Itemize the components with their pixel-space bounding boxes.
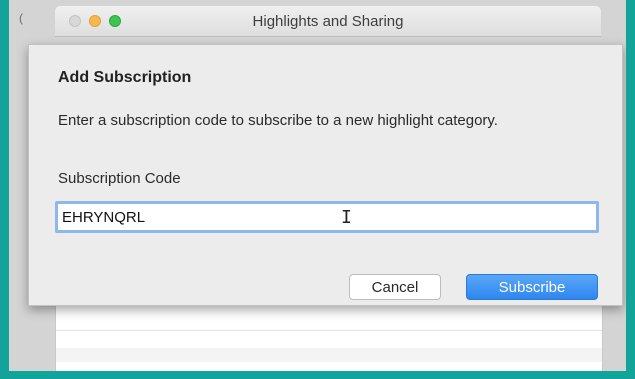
background-list (55, 300, 603, 371)
subscribe-button[interactable]: Subscribe (466, 274, 598, 300)
add-subscription-sheet: Add Subscription Enter a subscription co… (28, 44, 623, 306)
cancel-button[interactable]: Cancel (349, 274, 441, 300)
dialog-title: Add Subscription (58, 69, 192, 86)
list-divider (56, 330, 602, 331)
screen: ( Highlights and Sharing Add Subscriptio… (9, 0, 626, 371)
background-window-edge-glyph: ( (19, 11, 23, 25)
dialog-description: Enter a subscription code to subscribe t… (58, 112, 498, 129)
i-beam-cursor-icon: I (341, 207, 352, 228)
subscription-code-input[interactable] (55, 201, 599, 233)
list-item (56, 348, 602, 362)
window-title-bar: Highlights and Sharing (55, 6, 601, 37)
subscription-code-label: Subscription Code (58, 170, 181, 187)
window-title: Highlights and Sharing (252, 13, 404, 30)
